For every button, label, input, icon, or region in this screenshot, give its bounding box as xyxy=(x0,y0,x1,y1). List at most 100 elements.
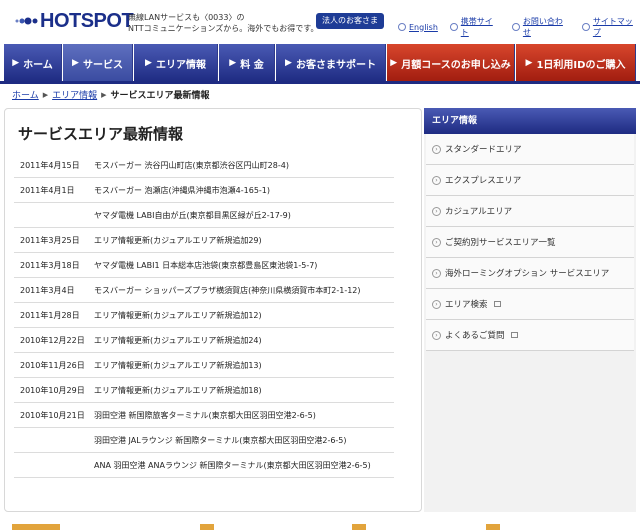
news-row: 2011年4月15日 モスバーガー 渋谷円山町店(東京都渋谷区円山町28-4) xyxy=(14,153,394,178)
chevron-right-icon: › xyxy=(432,144,441,154)
sidebar-item-label: エリア検索 xyxy=(445,300,488,310)
news-row: 2011年4月1日 モスバーガー 泡瀬店(沖縄県沖縄市泡瀬4-165-1) xyxy=(14,178,394,203)
phone-icon xyxy=(512,23,520,31)
news-text: エリア情報更新(カジュアルエリア新規追加29) xyxy=(94,236,262,245)
tagline-line-2: NTTコミュニケーションズから。海外でもお得です。 xyxy=(128,24,319,33)
news-text: モスバーガー 泡瀬店(沖縄県沖縄市泡瀬4-165-1) xyxy=(94,186,271,195)
contact-link[interactable]: お問い合わせ xyxy=(512,16,570,38)
nav-pricing[interactable]: ▶ 料 金 xyxy=(219,44,275,82)
news-row: 羽田空港 JALラウンジ 新国際ターミナル(東京都大田区羽田空港2-6-5) xyxy=(14,428,394,453)
news-date xyxy=(20,460,94,471)
news-date: 2011年4月15日 xyxy=(20,161,80,170)
news-text: 羽田空港 JALラウンジ 新国際ターミナル(東京都大田区羽田空港2-6-5) xyxy=(94,436,347,445)
news-text: ヤマダ電機 LABI自由が丘(東京都目黒区緑が丘2-17-9) xyxy=(94,211,291,220)
news-date: 2011年3月18日 xyxy=(20,261,80,270)
sitemap-icon xyxy=(582,23,590,31)
nav-pricing-label: 料 金 xyxy=(240,59,264,71)
tagline: 無線LANサービスも〈0033〉の NTTコミュニケーションズから。海外でもお得… xyxy=(128,12,319,34)
sidebar-item-faq[interactable]: › よくあるご質問 xyxy=(426,320,634,351)
footer-tab-marker xyxy=(200,524,214,530)
sitemap-link-label: サイトマップ xyxy=(592,17,633,37)
news-row: 2010年10月21日 羽田空港 新国際旅客ターミナル(東京都大田区羽田空港2-6… xyxy=(14,403,394,428)
nav-monthly-course[interactable]: ▶ 月額コースのお申し込み xyxy=(387,44,515,82)
corporate-button[interactable]: 法人のお客さま xyxy=(316,13,384,29)
news-date: 2010年10月29日 xyxy=(20,386,85,395)
sidebar-item-casual[interactable]: › カジュアルエリア xyxy=(426,196,634,227)
nav-arrow-icon: ▶ xyxy=(145,58,152,68)
news-row: 2010年10月29日 エリア情報更新(カジュアルエリア新規追加18) xyxy=(14,378,394,403)
nav-service-label: サービス xyxy=(82,59,123,71)
footer-tab-marker xyxy=(12,524,60,530)
chevron-right-icon: › xyxy=(432,268,441,278)
news-text: エリア情報更新(カジュアルエリア新規追加24) xyxy=(94,336,262,345)
news-text: ヤマダ電機 LABI1 日本総本店池袋(東京都豊島区東池袋1-5-7) xyxy=(94,261,318,270)
sidebar-heading: エリア情報 xyxy=(424,108,636,134)
breadcrumb-arrow-icon: ▶ xyxy=(42,90,49,99)
sidebar: エリア情報 › スタンダードエリア › エクスプレスエリア › カジュアルエリア › ご… xyxy=(424,108,636,512)
news-text: ANA 羽田空港 ANAラウンジ 新国際ターミナル(東京都大田区羽田空港2-6-… xyxy=(94,461,371,470)
nav-home[interactable]: ▶ ホーム xyxy=(4,44,62,82)
news-date: 2010年10月21日 xyxy=(20,411,85,420)
news-date: 2011年3月25日 xyxy=(20,236,80,245)
nav-area-info-label: エリア情報 xyxy=(155,59,206,71)
sidebar-item-area-search[interactable]: › エリア検索 xyxy=(426,289,634,320)
news-row: 2011年3月18日 ヤマダ電機 LABI1 日本総本店池袋(東京都豊島区東池袋1… xyxy=(14,253,394,278)
news-text: 羽田空港 新国際旅客ターミナル(東京都大田区羽田空港2-6-5) xyxy=(94,411,316,420)
nav-arrow-icon: ▶ xyxy=(12,58,20,68)
chevron-right-icon: › xyxy=(432,206,441,216)
nav-arrow-icon: ▶ xyxy=(390,58,398,68)
site-header: HOTSPOT 無線LANサービスも〈0033〉の NTTコミュニケーションズか… xyxy=(0,0,640,42)
news-row: 2010年11月26日 エリア情報更新(カジュアルエリア新規追加13) xyxy=(14,353,394,378)
news-date: 2011年3月4日 xyxy=(20,286,75,295)
sidebar-item-roaming[interactable]: › 海外ローミングオプション サービスエリア xyxy=(426,258,634,289)
news-date xyxy=(20,435,94,446)
nav-monthly-course-label: 月額コースのお申し込み xyxy=(401,59,511,71)
chevron-right-icon: › xyxy=(432,175,441,185)
news-row: ANA 羽田空港 ANAラウンジ 新国際ターミナル(東京都大田区羽田空港2-6-… xyxy=(14,453,394,478)
news-row: 2010年12月22日 エリア情報更新(カジュアルエリア新規追加24) xyxy=(14,328,394,353)
news-date: 2011年1月28日 xyxy=(20,311,80,320)
sidebar-item-express[interactable]: › エクスプレスエリア xyxy=(426,165,634,196)
news-list: 2011年4月15日 モスバーガー 渋谷円山町店(東京都渋谷区円山町28-4) 2… xyxy=(14,153,394,478)
external-window-icon xyxy=(510,332,518,338)
nav-day-pass-label: 1日利用IDのご購入 xyxy=(536,59,626,71)
mobile-site-link-label: 携帯サイト xyxy=(460,17,493,37)
news-text: エリア情報更新(カジュアルエリア新規追加12) xyxy=(94,311,262,320)
globe-icon xyxy=(398,23,406,31)
english-link-label: English xyxy=(409,22,438,32)
nav-day-pass[interactable]: ▶ 1日利用IDのご購入 xyxy=(516,44,636,82)
breadcrumb-arrow-icon: ▶ xyxy=(101,90,107,99)
sidebar-item-label: スタンダードエリア xyxy=(445,145,522,155)
nav-area-info[interactable]: ▶ エリア情報 xyxy=(134,44,218,82)
news-text: モスバーガー 渋谷円山町店(東京都渋谷区円山町28-4) xyxy=(94,161,289,170)
hotspot-logo[interactable]: HOTSPOT xyxy=(8,9,134,33)
logo-text: HOTSPOT xyxy=(40,10,134,32)
news-row: ヤマダ電機 LABI自由が丘(東京都目黒区緑が丘2-17-9) xyxy=(14,203,394,228)
nav-bottom-band xyxy=(0,81,640,84)
nav-arrow-icon: ▶ xyxy=(72,58,79,68)
sidebar-item-label: カジュアルエリア xyxy=(445,207,513,217)
breadcrumb-current: サービスエリア最新情報 xyxy=(110,91,210,101)
news-date: 2011年4月1日 xyxy=(20,186,75,195)
logo-dots-icon xyxy=(15,17,38,25)
news-date: 2010年12月22日 xyxy=(20,336,85,345)
breadcrumb-home[interactable]: ホーム xyxy=(12,88,39,101)
nav-support-label: お客さまサポート xyxy=(295,59,376,71)
footer-tab-marker xyxy=(486,524,500,530)
news-text: エリア情報更新(カジュアルエリア新規追加13) xyxy=(94,361,262,370)
contact-link-label: お問い合わせ xyxy=(522,17,563,37)
nav-support[interactable]: ▶ お客さまサポート xyxy=(276,44,386,82)
news-date: 2010年11月26日 xyxy=(20,361,85,370)
breadcrumb-area[interactable]: エリア情報 xyxy=(52,88,97,101)
news-row: 2011年1月28日 エリア情報更新(カジュアルエリア新規追加12) xyxy=(14,303,394,328)
breadcrumb: ホーム ▶ エリア情報 ▶ サービスエリア最新情報 xyxy=(12,88,210,102)
sidebar-item-contract-list[interactable]: › ご契約別サービスエリア一覧 xyxy=(426,227,634,258)
sitemap-link[interactable]: サイトマップ xyxy=(582,16,640,38)
news-text: モスバーガー ショッパーズプラザ横須賀店(神奈川県横須賀市本町2-1-12) xyxy=(94,286,361,295)
sidebar-item-standard[interactable]: › スタンダードエリア xyxy=(426,134,634,165)
nav-service[interactable]: ▶ サービス xyxy=(63,44,133,82)
english-link[interactable]: English xyxy=(398,16,438,38)
tagline-line-1: 無線LANサービスも〈0033〉の xyxy=(128,13,245,22)
sidebar-item-label: エクスプレスエリア xyxy=(445,176,522,186)
mobile-site-link[interactable]: 携帯サイト xyxy=(449,16,500,38)
